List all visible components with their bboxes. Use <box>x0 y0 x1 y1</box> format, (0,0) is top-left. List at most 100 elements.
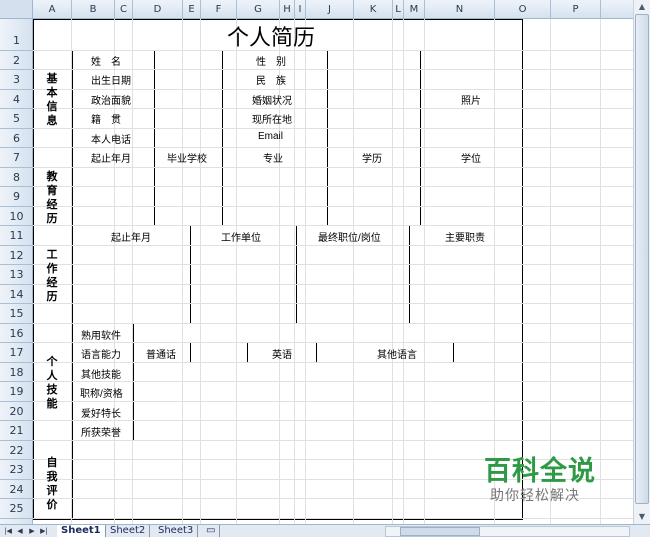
row-header-7[interactable]: 7 <box>0 148 33 168</box>
last-sheet-icon[interactable]: ▶| <box>39 525 49 537</box>
row-header-22[interactable]: 22 <box>0 441 33 460</box>
next-sheet-icon[interactable]: ▶ <box>27 525 37 537</box>
row-header-6[interactable]: 6 <box>0 129 33 148</box>
column-header-d[interactable]: D <box>133 0 183 19</box>
label-ethnic: 民 族 <box>256 76 286 87</box>
row-header-4[interactable]: 4 <box>0 90 33 109</box>
row-header-15[interactable]: 15 <box>0 304 33 324</box>
label-gender: 性 别 <box>256 57 286 68</box>
column-header-e[interactable]: E <box>183 0 201 19</box>
gridline <box>33 420 633 421</box>
scroll-down-icon[interactable]: ▼ <box>636 511 648 523</box>
column-header-p[interactable]: P <box>551 0 601 19</box>
gridline <box>33 225 633 226</box>
work-period: 起止年月 <box>111 233 151 244</box>
gridline <box>305 19 306 524</box>
table-border <box>154 50 155 148</box>
skill-honors: 所获荣誉 <box>81 428 121 439</box>
first-sheet-icon[interactable]: |◀ <box>3 525 13 537</box>
row-header-bar: 1 2 3 4 5 6 7 8 9 10 11 12 13 14 15 16 17 18 19 20 21 22 23 24 2… <box>0 19 33 524</box>
horizontal-scrollbar[interactable] <box>385 526 630 537</box>
gridline <box>33 440 633 441</box>
skill-hobby: 爱好特长 <box>81 409 121 420</box>
row-header-18[interactable]: 18 <box>0 363 33 382</box>
column-header-l[interactable]: L <box>393 0 404 19</box>
column-header-k[interactable]: K <box>354 0 393 19</box>
vertical-scroll-thumb[interactable] <box>635 14 649 504</box>
row-header-23[interactable]: 23 <box>0 460 33 480</box>
column-header-i[interactable]: I <box>295 0 306 19</box>
column-header-b[interactable]: B <box>72 0 115 19</box>
gridline <box>33 323 633 324</box>
gridline <box>33 245 633 246</box>
row-header-16[interactable]: 16 <box>0 324 33 343</box>
column-header-g[interactable]: G <box>237 0 280 19</box>
table-border <box>190 225 191 324</box>
column-header-o[interactable]: O <box>495 0 551 19</box>
row-header-14[interactable]: 14 <box>0 285 33 304</box>
row-header-11[interactable]: 11 <box>0 226 33 246</box>
select-all-corner[interactable] <box>0 0 33 19</box>
gridline <box>33 401 633 402</box>
row-header-9[interactable]: 9 <box>0 187 33 207</box>
skill-language: 语言能力 <box>81 350 121 361</box>
table-border <box>33 19 34 520</box>
edu-period: 起止年月 <box>91 154 131 165</box>
sheet-tab-2[interactable]: Sheet2 <box>106 525 151 537</box>
row-header-24[interactable]: 24 <box>0 480 33 499</box>
column-header-f[interactable]: F <box>201 0 237 19</box>
skill-other-lang: 其他语言 <box>377 350 417 361</box>
vertical-scrollbar[interactable]: ▲ ▼ <box>633 0 650 524</box>
column-header-c[interactable]: C <box>115 0 133 19</box>
label-marital: 婚姻状况 <box>252 96 292 107</box>
row-header-8[interactable]: 8 <box>0 168 33 187</box>
column-header-a[interactable]: A <box>33 0 72 19</box>
section-skills: 个人技能 <box>46 355 58 410</box>
work-position: 最终职位/岗位 <box>318 233 381 244</box>
row-header-19[interactable]: 19 <box>0 382 33 402</box>
gridline <box>182 19 183 524</box>
table-border <box>420 50 421 148</box>
horizontal-scroll-thumb[interactable] <box>400 527 480 536</box>
row-header-2[interactable]: 2 <box>0 51 33 70</box>
skill-english: 英语 <box>272 350 292 361</box>
scroll-up-icon[interactable]: ▲ <box>636 1 648 13</box>
edu-degree: 学位 <box>461 154 481 165</box>
row-header-25[interactable]: 25 <box>0 499 33 519</box>
column-header-h[interactable]: H <box>280 0 295 19</box>
skill-mandarin: 普通话 <box>146 350 176 361</box>
row-header-5[interactable]: 5 <box>0 109 33 129</box>
section-self-evaluation: 自我评价 <box>46 456 58 511</box>
label-address: 现所在地 <box>252 115 292 126</box>
row-header-17[interactable]: 17 <box>0 343 33 363</box>
prev-sheet-icon[interactable]: ◀ <box>15 525 25 537</box>
column-header-n[interactable]: N <box>425 0 495 19</box>
insert-sheet-icon[interactable]: ▭ <box>202 525 221 537</box>
sheet-tab-1[interactable]: Sheet1 <box>57 525 106 537</box>
row-header-21[interactable]: 21 <box>0 421 33 441</box>
column-header-m[interactable]: M <box>404 0 425 19</box>
watermark-title: 百科全说 <box>484 456 596 487</box>
column-header-j[interactable]: J <box>306 0 354 19</box>
row-header-20[interactable]: 20 <box>0 402 33 421</box>
gridline <box>294 19 295 524</box>
sheet-tab-bar: |◀ ◀ ▶ ▶| Sheet1 Sheet2 Sheet3 ▭ <box>0 524 650 537</box>
row-header-13[interactable]: 13 <box>0 265 33 285</box>
row-header-3[interactable]: 3 <box>0 70 33 90</box>
section-basic-info: 基本信息 <box>46 72 58 127</box>
section-work: 工作经历 <box>46 248 58 303</box>
table-border <box>409 225 410 324</box>
row-header-1[interactable]: 1 <box>0 19 33 51</box>
gridline <box>33 342 633 343</box>
work-company: 工作单位 <box>221 233 261 244</box>
row-header-12[interactable]: 12 <box>0 246 33 265</box>
excel-window: ABCDEFGHIJKLMNOP 1 2 3 4 5 6 7 8 9 10 11 12 13 14 15 16… <box>0 0 650 537</box>
gridline <box>33 206 633 207</box>
gridline <box>33 147 633 148</box>
gridline <box>424 19 425 524</box>
gridline <box>392 19 393 524</box>
sheet-tab-3[interactable]: Sheet3 <box>154 525 199 537</box>
table-border <box>453 342 454 363</box>
row-header-10[interactable]: 10 <box>0 207 33 226</box>
column-header-bar: ABCDEFGHIJKLMNOP <box>33 0 633 19</box>
